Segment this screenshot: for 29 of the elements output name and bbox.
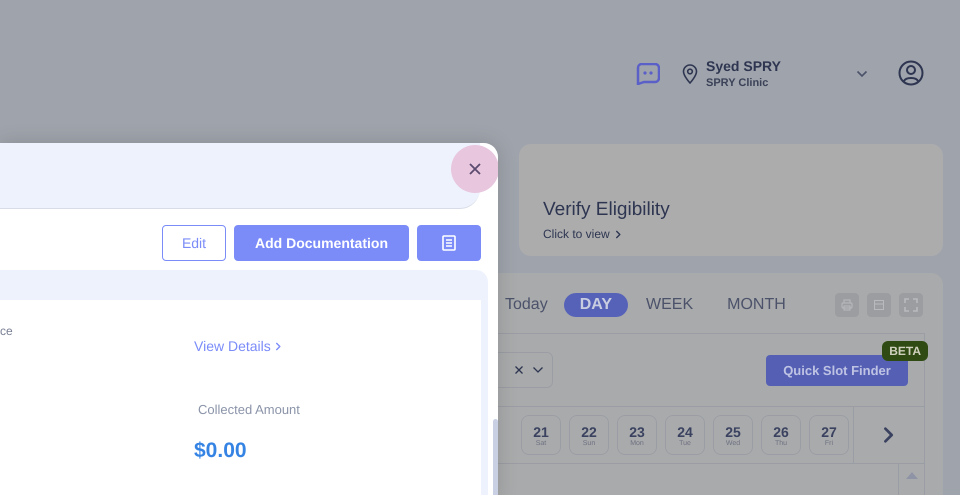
caret-icon[interactable] — [856, 70, 868, 78]
chevron-down-icon[interactable] — [532, 366, 544, 374]
document-button[interactable] — [417, 225, 481, 261]
view-tab[interactable]: MONTH — [711, 293, 802, 317]
close-button[interactable] — [451, 145, 498, 193]
document-icon — [442, 235, 456, 251]
chevron-right-icon — [274, 342, 283, 350]
view-tab[interactable]: WEEK — [630, 293, 710, 317]
chat-icon[interactable] — [636, 63, 660, 85]
field-label: ce — [0, 324, 13, 338]
location-pin-icon — [682, 64, 698, 84]
view-tab[interactable]: DAY — [564, 293, 628, 317]
beta-badge: BETA — [882, 341, 928, 361]
close-icon — [468, 162, 482, 176]
collected-amount-value: $0.00 — [194, 439, 248, 463]
today-link[interactable]: Today — [505, 296, 548, 314]
add-documentation-button[interactable]: Add Documentation — [234, 225, 409, 261]
chevron-right-icon — [614, 230, 623, 238]
user-avatar-icon[interactable] — [898, 60, 924, 86]
collected-amount-label: Collected Amount — [198, 402, 301, 417]
eligibility-card[interactable]: Verify Eligibility Click to view — [519, 144, 943, 256]
view-details-link[interactable]: View Details — [194, 338, 481, 354]
card-link[interactable]: Click to view — [543, 227, 610, 241]
card-title: Verify Eligibility — [543, 199, 671, 221]
quick-slot-finder-button[interactable]: Quick Slot Finder — [766, 354, 908, 386]
user-name: Syed SPRY — [706, 58, 782, 74]
edit-button[interactable]: Edit — [162, 225, 226, 261]
clinic-name: SPRY Clinic — [706, 77, 770, 89]
clear-icon[interactable] — [514, 365, 524, 375]
